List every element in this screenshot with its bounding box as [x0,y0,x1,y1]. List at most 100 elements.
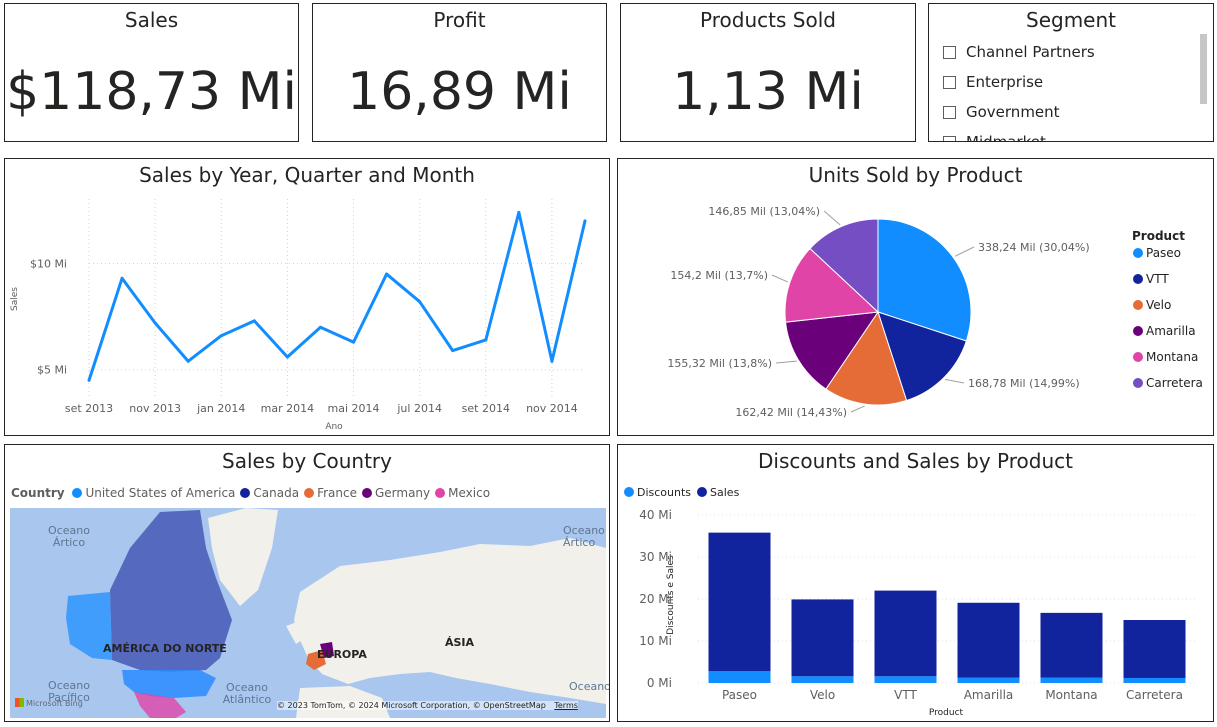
legend-item[interactable]: Velo [1146,298,1171,312]
bar-discounts[interactable] [1040,677,1103,683]
bar-sales[interactable] [791,599,854,677]
slicer-item-label: Enterprise [966,73,1044,91]
line-point[interactable] [219,334,223,338]
map-attribution: © 2023 TomTom, © 2024 Microsoft Corporat… [277,701,578,710]
map-label-arctic-ocean: Oceano Ártico [48,524,90,549]
kpi-card-sales[interactable]: Sales $118,73 Mi [4,3,299,142]
x-tick-label: jul 2014 [396,402,442,415]
kpi-title: Sales [124,8,179,32]
bar-sales[interactable] [1040,612,1103,678]
slicer-item-government[interactable]: Government [943,103,1060,121]
leader-line [850,405,865,413]
y-axis-label: Sales [10,287,20,311]
bar-discounts[interactable] [957,677,1020,683]
map-label-atlantic-ocean: Oceano Atlântico [222,681,272,706]
bar-sales[interactable] [1123,620,1186,678]
slicer-item-enterprise[interactable]: Enterprise [943,73,1043,91]
legend-marker [1133,300,1143,310]
kpi-value: 16,89 Mi [347,62,572,122]
pie-data-label: 338,24 Mil (30,04%) [978,241,1090,254]
segment-slicer[interactable]: Segment Channel Partners Enterprise Gove… [928,3,1214,142]
legend-label: France [317,486,357,500]
line-chart[interactable]: Sales Ano $5 Mi $10 Mi set 2013 nov 2013 jan… [5,159,609,435]
kpi-card-profit[interactable]: Profit 16,89 Mi [312,3,607,142]
leader-line [823,210,841,226]
legend-item[interactable]: Paseo [1146,246,1181,260]
bar-discounts[interactable] [791,676,854,683]
leader-line [944,378,965,384]
kpi-value: $118,73 Mi [6,62,297,122]
x-axis-label: Ano [325,422,343,432]
checkbox[interactable] [943,106,956,119]
legend-item[interactable]: Germany [361,486,430,500]
slicer-item-channel-partners[interactable]: Channel Partners [943,43,1095,61]
terms-link[interactable]: Terms [554,701,578,710]
legend-item[interactable]: United States of America [72,486,235,500]
y-tick-label: 20 Mi [639,592,672,606]
legend-item[interactable]: Mexico [435,486,490,500]
x-tick-label: nov 2013 [129,402,181,415]
checkbox[interactable] [943,46,956,59]
bar-chart-card: Discounts and Sales by Product Discounts… [617,444,1214,722]
y-tick-label: 10 Mi [639,634,672,648]
line-point[interactable] [120,276,124,280]
x-tick-label: nov 2014 [526,402,578,415]
bar-sales[interactable] [957,602,1020,678]
line-point[interactable] [252,319,256,323]
legend-marker [72,488,83,498]
bar-discounts[interactable] [1123,677,1186,683]
line-point[interactable] [318,325,322,329]
legend-item[interactable]: VTT [1146,272,1169,286]
legend-item[interactable]: Amarilla [1146,324,1196,338]
line-point[interactable] [87,378,91,382]
line-point[interactable] [385,272,389,276]
pie-data-label: 168,78 Mil (14,99%) [968,377,1080,390]
legend-item[interactable]: France [304,486,357,500]
line-point[interactable] [451,349,455,353]
x-tick-label: set 2014 [462,402,510,415]
bar-sales[interactable] [708,532,771,672]
pie-data-label: 162,42 Mil (14,43%) [735,406,847,419]
bar-discounts[interactable] [708,671,771,683]
line-chart-card: Sales by Year, Quarter and Month Sales A… [4,158,610,436]
slicer-item-label: Channel Partners [966,43,1095,61]
line-point[interactable] [285,355,289,359]
legend-marker [1133,248,1143,258]
line-point[interactable] [517,210,521,214]
legend-label: Mexico [448,486,491,500]
line-point[interactable] [550,359,554,363]
line-point[interactable] [352,340,356,344]
x-tick-label: Amarilla [964,688,1014,702]
pie-chart[interactable]: Product 338,24 Mil (30,04%) 168,78 Mil (1… [618,159,1213,435]
leader-line [775,360,797,364]
chart-title: Sales by Country [222,449,392,473]
legend-item[interactable]: Canada [240,486,299,500]
x-tick-label: mai 2014 [328,402,380,415]
legend-item[interactable]: Carretera [1146,376,1203,390]
legend-item[interactable]: Montana [1146,350,1198,364]
slicer-scrollbar[interactable] [1200,34,1207,104]
y-tick-label: $10 Mi [30,257,67,270]
x-tick-label: mar 2014 [261,402,314,415]
bar-sales[interactable] [874,590,937,677]
pie-data-label: 154,2 Mil (13,7%) [670,269,768,282]
checkbox[interactable] [943,76,956,89]
legend-marker [240,488,251,498]
bar-discounts[interactable] [874,676,937,683]
slicer-item-midmarket[interactable]: Midmarket [943,133,1046,141]
x-axis-label: Product [929,708,964,718]
line-point[interactable] [484,338,488,342]
map-label-ocean-east: Oceano [569,680,610,693]
line-point[interactable] [186,359,190,363]
map-provider-label: Microsoft Bing [26,699,83,708]
pie-data-label: 155,32 Mil (13,8%) [667,357,772,370]
sales-line[interactable] [87,210,587,381]
checkbox[interactable] [943,136,956,141]
line-point[interactable] [418,300,422,304]
kpi-card-products-sold[interactable]: Products Sold 1,13 Mi [620,3,916,142]
kpi-title: Profit [433,8,486,32]
line-point[interactable] [583,219,587,223]
line-point[interactable] [153,321,157,325]
bar-chart[interactable]: Discounts e Sales Product 0 Mi10 Mi20 Mi… [618,445,1213,721]
microsoft-logo-icon [15,698,24,707]
